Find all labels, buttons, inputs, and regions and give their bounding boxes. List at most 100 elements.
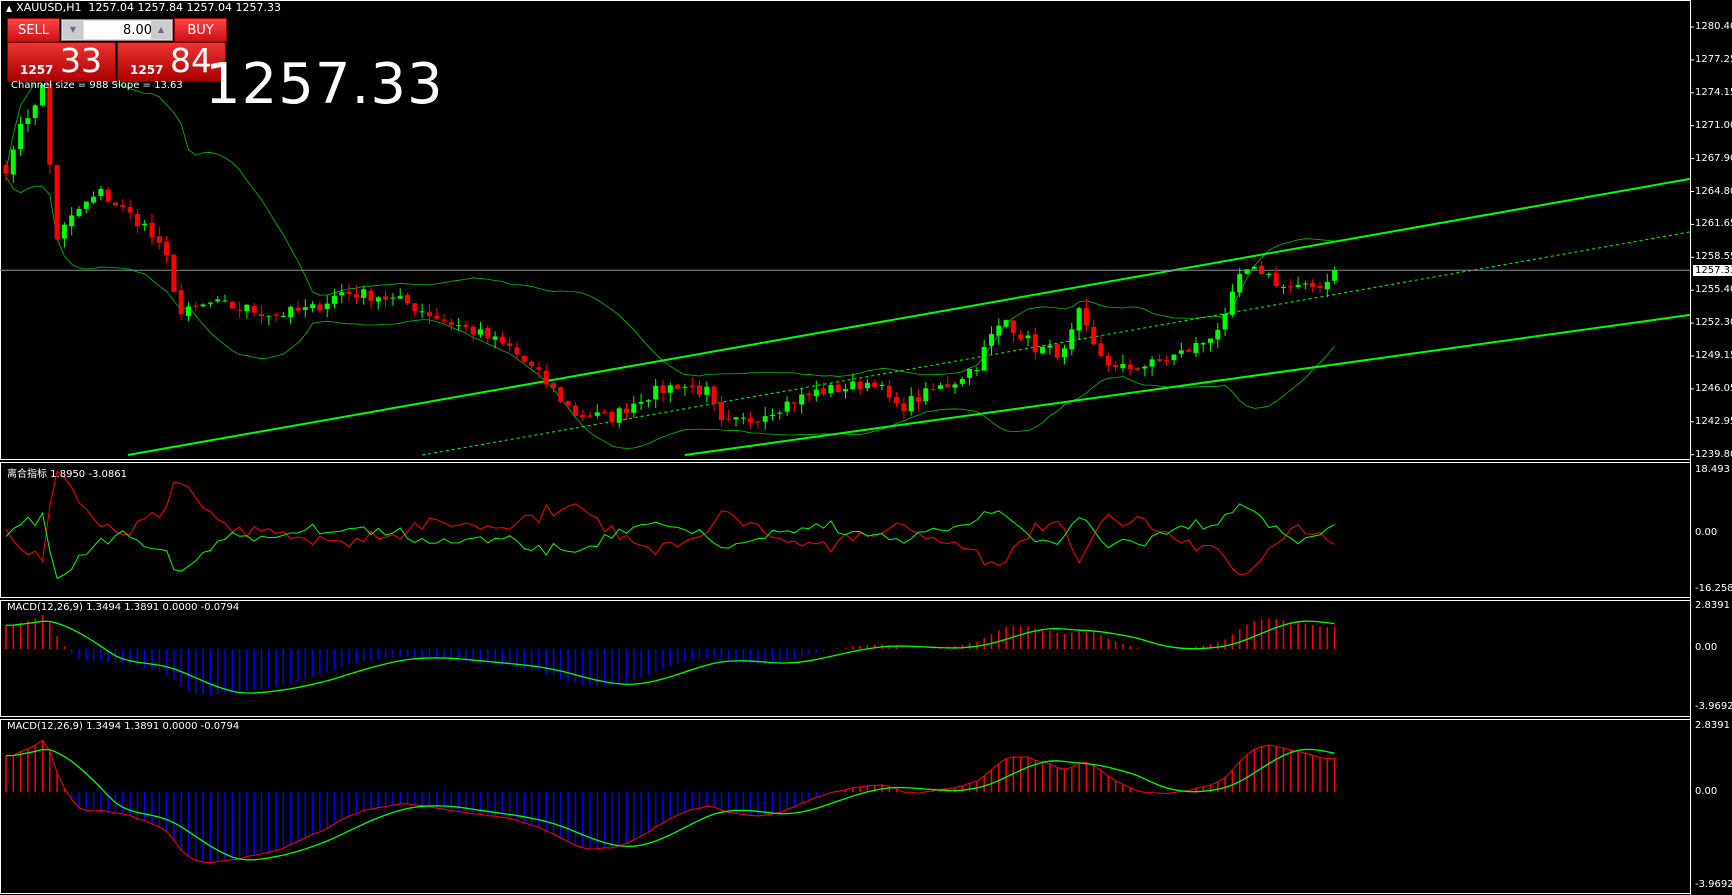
candle-body — [624, 408, 629, 413]
candle-body — [61, 224, 67, 239]
sell-price-button[interactable]: 1257 33 — [7, 41, 116, 82]
indicator-label-1: 离合指标 1.8950 -3.0861 — [7, 469, 127, 480]
candle-body — [259, 314, 264, 317]
candle-body — [740, 417, 746, 419]
candle-body — [3, 165, 9, 174]
lot-increase-icon[interactable]: ▲ — [151, 21, 171, 39]
axis-label: -16.2582 — [1695, 583, 1732, 594]
candle-body — [215, 299, 221, 302]
candle-body — [908, 396, 914, 412]
candle-body — [828, 384, 834, 394]
candle-body — [1273, 272, 1279, 286]
candle-body — [456, 325, 462, 327]
candle-body — [485, 327, 491, 339]
candle-body — [1047, 345, 1053, 348]
candle-body — [616, 408, 622, 423]
chart-canvas[interactable] — [0, 0, 1732, 895]
candle-body — [193, 305, 199, 307]
candle-body — [594, 412, 600, 416]
price-axis-label: 1280.40 — [1695, 21, 1732, 32]
candle-body — [930, 389, 936, 391]
candle-body — [492, 336, 498, 340]
price-axis-label: 1258.55 — [1695, 251, 1732, 263]
lot-stepper[interactable]: ▼ ▲ — [61, 19, 173, 41]
candle-body — [1324, 282, 1330, 290]
candle-body — [1208, 338, 1213, 343]
candle-body — [1178, 350, 1184, 354]
candle-body — [536, 367, 542, 370]
candle-body — [996, 325, 1002, 336]
indicator-label-macd-1: MACD(12,26,9) 1.3494 1.3891 0.0000 -0.07… — [7, 602, 240, 613]
candle-body — [47, 84, 53, 165]
candle-body — [1003, 320, 1009, 327]
candle-body — [1215, 329, 1221, 340]
indicator-green-line — [5, 503, 1335, 580]
candle-body — [551, 383, 556, 389]
candle-body — [1113, 364, 1119, 367]
bollinger-lower — [5, 176, 1335, 449]
sell-price-big: 1257 — [20, 63, 54, 77]
candle-body — [134, 213, 140, 227]
candle-body — [499, 336, 505, 343]
candle-body — [989, 334, 994, 346]
candle-body — [10, 149, 16, 175]
candle-body — [762, 416, 768, 422]
candle-body — [32, 105, 38, 118]
candle-body — [1332, 270, 1338, 281]
candle-body — [310, 304, 316, 309]
candle-body — [361, 289, 367, 298]
candle-body — [1317, 285, 1323, 288]
candle-body — [120, 205, 126, 207]
candle-body — [1105, 355, 1111, 366]
sell-button[interactable]: SELL — [7, 18, 60, 42]
candle-body — [1069, 329, 1075, 350]
candle-body — [1302, 283, 1308, 285]
candle-body — [653, 385, 659, 400]
candle-body — [295, 307, 301, 311]
candle-body — [105, 189, 111, 202]
channel-info: Channel size = 988 Slope = 13.63 — [11, 80, 183, 91]
indicator-red-line — [5, 470, 1335, 576]
candle-body — [266, 315, 272, 317]
axis-label: 0.00 — [1695, 527, 1718, 538]
candle-body — [1281, 286, 1286, 288]
candle-body — [1032, 334, 1038, 353]
candle-body — [405, 294, 410, 304]
candle-body — [638, 401, 644, 404]
price-axis-label: 1271.00 — [1695, 119, 1732, 131]
candle-body — [813, 389, 819, 397]
candle-body — [1295, 284, 1301, 288]
axis-label: 2.8391 — [1695, 720, 1730, 731]
candle-body — [156, 236, 162, 243]
candle-body — [631, 403, 637, 413]
candle-body — [507, 343, 513, 346]
candle-body — [339, 292, 345, 296]
candle-body — [463, 324, 469, 327]
panel-frame — [0, 462, 1691, 598]
candle-body — [1193, 343, 1199, 353]
candle-body — [1288, 286, 1294, 288]
candle-body — [770, 415, 775, 417]
lot-decrease-icon[interactable]: ▼ — [63, 21, 83, 39]
candle-body — [835, 384, 841, 393]
candle-body — [923, 388, 929, 402]
candle-body — [1142, 366, 1148, 369]
candle-body — [580, 414, 586, 417]
candle-body — [229, 301, 235, 309]
candle-body — [799, 394, 805, 405]
buy-button[interactable]: BUY — [174, 18, 227, 42]
candle-body — [244, 304, 250, 312]
candle-body — [434, 315, 440, 319]
candle-body — [1237, 274, 1243, 293]
big-price-display: 1257.33 — [205, 52, 444, 117]
candle-body — [1164, 359, 1170, 361]
candle-body — [222, 300, 228, 302]
candle-body — [324, 303, 330, 309]
candle-body — [748, 418, 754, 423]
candle-body — [397, 296, 403, 299]
candle-body — [346, 291, 352, 295]
candle-body — [886, 385, 892, 398]
collapse-triangle-icon[interactable]: ▲ — [6, 4, 12, 13]
lot-input[interactable] — [84, 21, 154, 39]
candle-body — [1186, 349, 1192, 352]
